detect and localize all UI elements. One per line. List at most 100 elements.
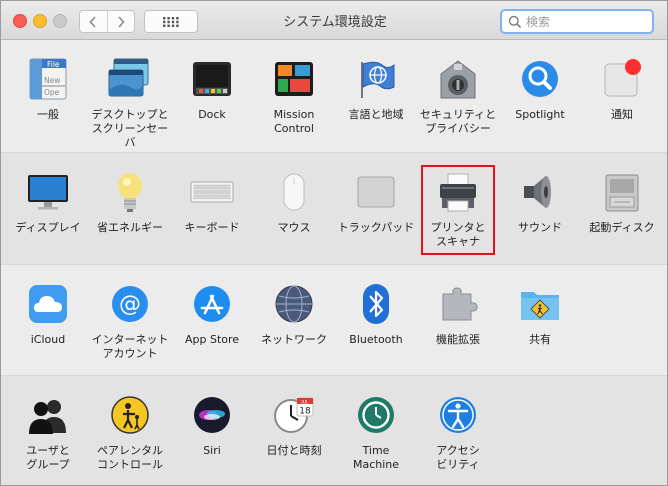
show-all-button[interactable] bbox=[144, 10, 198, 33]
pref-energy-saver[interactable]: 省エネルギー bbox=[89, 164, 171, 256]
dock-icon bbox=[190, 57, 234, 101]
pref-label: 言語と地域 bbox=[348, 108, 404, 121]
pref-language-region[interactable]: 言語と地域 bbox=[335, 51, 417, 143]
pref-label: Bluetooth bbox=[349, 333, 403, 346]
pref-label: デスクトップと スクリーンセーバ bbox=[91, 108, 169, 149]
general-icon: File New Ope bbox=[26, 57, 70, 101]
svg-text:Ope: Ope bbox=[44, 88, 60, 97]
svg-text:New: New bbox=[44, 76, 60, 85]
chevron-right-icon bbox=[118, 15, 125, 28]
pref-trackpad[interactable]: トラックパッド bbox=[335, 164, 417, 256]
pref-date-time[interactable]: JUL 18 日付と時刻 bbox=[253, 387, 335, 479]
bluetooth-icon bbox=[354, 282, 398, 326]
extensions-icon bbox=[436, 282, 480, 326]
pref-label: 起動ディスク bbox=[589, 221, 655, 234]
pref-security-privacy[interactable]: セキュリティと プライバシー bbox=[417, 51, 499, 143]
pref-mouse[interactable]: マウス bbox=[253, 164, 335, 256]
pref-label: iCloud bbox=[30, 333, 66, 346]
pref-notifications[interactable]: 通知 bbox=[581, 51, 663, 143]
svg-text:File: File bbox=[47, 60, 60, 69]
app-store-icon bbox=[190, 282, 234, 326]
section-personal: File New Ope 一般 デスクトップと スクリーンセーバ Dock Mi… bbox=[1, 40, 667, 153]
pref-label: 機能拡張 bbox=[436, 333, 480, 346]
pref-label: 省エネルギー bbox=[97, 221, 163, 234]
pref-sound[interactable]: サウンド bbox=[499, 164, 581, 256]
spotlight-icon bbox=[518, 57, 562, 101]
pref-icloud[interactable]: iCloud bbox=[7, 276, 89, 368]
section-system: ユーザと グループ ペアレンタル コントロール Siri JUL 18 日付と時… bbox=[1, 376, 667, 485]
back-button[interactable] bbox=[80, 11, 107, 32]
language-region-icon bbox=[354, 57, 398, 101]
pref-label: トラックパッド bbox=[337, 221, 415, 234]
section-hardware: ディスプレイ 省エネルギー キーボード マウス トラックパッド プリンタと スキ… bbox=[1, 153, 667, 265]
pref-label: Dock bbox=[198, 108, 226, 121]
pref-spotlight[interactable]: Spotlight bbox=[499, 51, 581, 143]
pref-label: 共有 bbox=[529, 333, 551, 346]
svg-text:@: @ bbox=[119, 292, 141, 317]
pref-label: アクセシ ビリティ bbox=[436, 444, 480, 471]
pref-label: キーボード bbox=[184, 221, 240, 234]
close-button[interactable] bbox=[13, 14, 27, 28]
svg-text:18: 18 bbox=[299, 407, 311, 417]
zoom-button[interactable] bbox=[53, 14, 67, 28]
minimize-button[interactable] bbox=[33, 14, 47, 28]
pref-label: ネットワーク bbox=[261, 333, 327, 346]
internet-accounts-icon: @ bbox=[108, 282, 152, 326]
highlight-box bbox=[421, 165, 495, 255]
network-icon bbox=[272, 282, 316, 326]
pref-label: 日付と時刻 bbox=[266, 444, 322, 457]
mouse-icon bbox=[272, 170, 316, 214]
system-preferences-window: システム環境設定 File New Ope 一般 bbox=[0, 0, 668, 486]
pref-desktop-screensaver[interactable]: デスクトップと スクリーンセーバ bbox=[89, 51, 171, 149]
pref-label: サウンド bbox=[518, 221, 562, 234]
pref-general[interactable]: File New Ope 一般 bbox=[7, 51, 89, 143]
sound-icon bbox=[518, 170, 562, 214]
pref-parental-controls[interactable]: ペアレンタル コントロール bbox=[89, 387, 171, 479]
pref-network[interactable]: ネットワーク bbox=[253, 276, 335, 368]
pref-extensions[interactable]: 機能拡張 bbox=[417, 276, 499, 368]
titlebar: システム環境設定 bbox=[1, 1, 667, 40]
pref-label: Mission Control bbox=[273, 108, 315, 135]
pref-internet-accounts[interactable]: @ インターネット アカウント bbox=[89, 276, 171, 368]
pref-users-groups[interactable]: ユーザと グループ bbox=[7, 387, 89, 479]
display-icon bbox=[26, 170, 70, 214]
pref-mission-control[interactable]: Mission Control bbox=[253, 51, 335, 143]
pref-startup-disk[interactable]: 起動ディスク bbox=[581, 164, 663, 256]
energy-saver-icon bbox=[108, 170, 152, 214]
notifications-icon bbox=[600, 57, 644, 101]
accessibility-icon bbox=[436, 393, 480, 437]
users-groups-icon bbox=[26, 393, 70, 437]
search-field[interactable] bbox=[500, 9, 654, 34]
pref-label: Spotlight bbox=[515, 108, 565, 121]
forward-button[interactable] bbox=[106, 11, 135, 32]
search-icon bbox=[508, 15, 522, 28]
pref-label: App Store bbox=[184, 333, 240, 346]
navigation-buttons bbox=[79, 10, 135, 33]
chevron-left-icon bbox=[89, 15, 96, 28]
section-internet-wireless: iCloud @ インターネット アカウント App Store ネットワーク … bbox=[1, 265, 667, 376]
pref-label: インターネット アカウント bbox=[91, 333, 169, 360]
pref-label: Siri bbox=[203, 444, 221, 457]
pref-app-store[interactable]: App Store bbox=[171, 276, 253, 368]
icloud-icon bbox=[26, 282, 70, 326]
pref-accessibility[interactable]: アクセシ ビリティ bbox=[417, 387, 499, 479]
desktop-screensaver-icon bbox=[108, 57, 152, 101]
pref-bluetooth[interactable]: Bluetooth bbox=[335, 276, 417, 368]
pref-display[interactable]: ディスプレイ bbox=[7, 164, 89, 256]
time-machine-icon bbox=[354, 393, 398, 437]
pref-label: ディスプレイ bbox=[15, 221, 81, 234]
pref-label: Time Machine bbox=[352, 444, 400, 471]
trackpad-icon bbox=[354, 170, 398, 214]
search-input[interactable] bbox=[526, 14, 644, 29]
pref-siri[interactable]: Siri bbox=[171, 387, 253, 479]
pref-sharing[interactable]: 共有 bbox=[499, 276, 581, 368]
grid-icon bbox=[163, 16, 179, 27]
pref-keyboard[interactable]: キーボード bbox=[171, 164, 253, 256]
pref-dock[interactable]: Dock bbox=[171, 51, 253, 143]
sharing-icon bbox=[518, 282, 562, 326]
siri-icon bbox=[190, 393, 234, 437]
pref-label: マウス bbox=[277, 221, 311, 234]
pref-label: ペアレンタル コントロール bbox=[97, 444, 163, 471]
mission-control-icon bbox=[272, 57, 316, 101]
pref-time-machine[interactable]: Time Machine bbox=[335, 387, 417, 479]
